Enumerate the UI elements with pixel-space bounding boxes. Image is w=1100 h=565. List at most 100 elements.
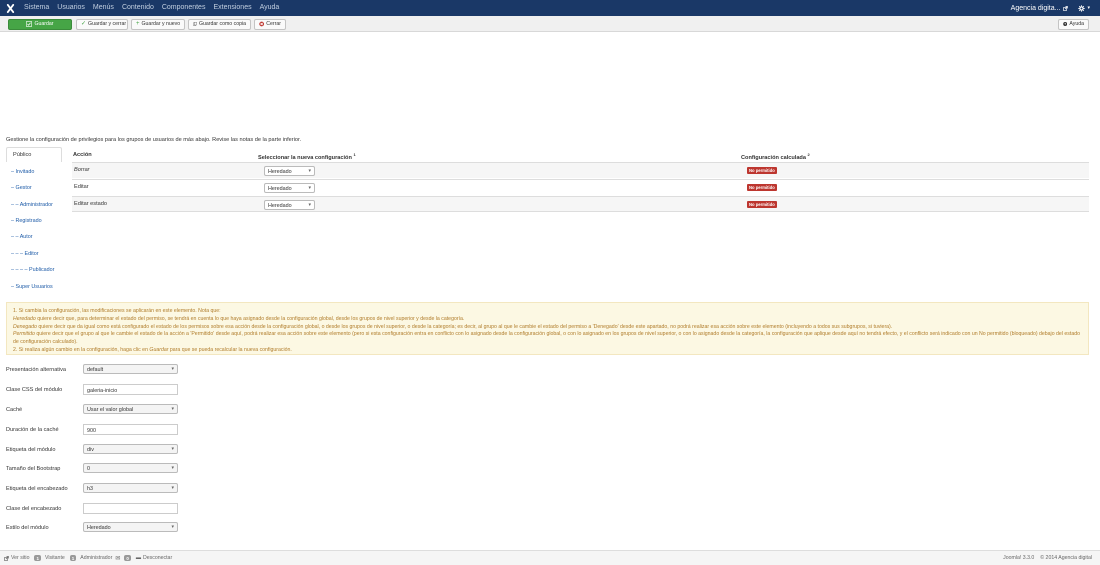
group-list: Público – Invitado – Gestor – – Administ…	[6, 147, 62, 293]
save-button[interactable]: Guardar	[8, 18, 72, 30]
version-text: Joomla! 3.3.0	[1003, 555, 1035, 561]
table-row: Editar estado Heredado No permitido	[72, 196, 1089, 212]
note-line-2: 2. Si realiza algún cambio en la configu…	[13, 346, 292, 353]
main-menu: Sistema Usuarios Menús Contenido Compone…	[20, 0, 283, 16]
save-copy-button[interactable]: Guardar como copia	[188, 18, 251, 30]
permission-select[interactable]: Heredado	[264, 200, 315, 210]
permissions-notes: 1. Si cambia la configuración, las modif…	[6, 302, 1089, 355]
save-new-button[interactable]: + Guardar y nuevo	[131, 18, 185, 30]
column-header-new-setting: Seleccionar la nueva configuración 1	[258, 152, 356, 161]
status-badge: No permitido	[747, 183, 777, 191]
menu-contenido[interactable]: Contenido	[118, 0, 158, 16]
gear-icon	[1078, 4, 1086, 12]
footer-info: Joomla! 3.3.0 © 2014 Agencia digital	[1003, 555, 1096, 561]
permission-select[interactable]: Heredado	[264, 166, 315, 176]
bootstrap-size-select[interactable]: 0	[83, 463, 178, 473]
layout-select[interactable]: default	[83, 364, 178, 374]
visitors-status: 1 Visitante	[34, 555, 65, 561]
group-tab-super-usuarios[interactable]: – Super Usuarios	[11, 284, 53, 290]
group-tab-invitado[interactable]: – Invitado	[11, 169, 34, 175]
header-tag-select[interactable]: h3	[83, 483, 178, 493]
minus-icon: ▬	[135, 555, 142, 561]
status-bar: Ver sitio 1 Visitante 1 Administrador ✉ …	[0, 550, 1100, 565]
permissions-intro: Gestione la configuración de privilegios…	[6, 137, 302, 143]
question-icon: ?	[1063, 22, 1068, 26]
group-tab-registrado[interactable]: – Registrado	[11, 218, 42, 224]
group-tab-publicador[interactable]: – – – – Publicador	[11, 267, 54, 273]
field-cache-time: Duración de la caché 900	[6, 424, 406, 436]
note-denied: Denegado quiere decir que da igual como …	[13, 323, 893, 330]
group-tab-editor[interactable]: – – – Editor	[11, 251, 39, 257]
header-class-input[interactable]	[83, 503, 178, 514]
menu-usuarios[interactable]: Usuarios	[53, 0, 89, 16]
cache-time-input[interactable]: 900	[83, 424, 178, 435]
note-inherited: Heredado quiere decir que, para determin…	[13, 315, 465, 322]
note-allowed: Permitido quiere decir que el grupo al q…	[13, 331, 1080, 346]
action-name: Borrar	[74, 167, 90, 173]
external-link-icon	[1063, 5, 1069, 11]
field-label: Presentación alternativa	[6, 367, 67, 373]
field-module-style: Estilo del módulo Heredado	[6, 522, 406, 534]
user-menu[interactable]: ▾	[1078, 4, 1090, 12]
menu-extensiones[interactable]: Extensiones	[209, 0, 255, 16]
copy-icon	[193, 22, 197, 26]
field-label: Tamaño del Bootstrap	[6, 466, 61, 472]
group-tab-publico[interactable]: Público	[6, 147, 62, 162]
note-line-1: 1. Si cambia la configuración, las modif…	[13, 308, 221, 314]
view-site-link[interactable]: Ver sitio	[4, 555, 29, 561]
joomla-logo-icon[interactable]	[0, 0, 20, 16]
group-tab-administrador[interactable]: – – Administrador	[11, 202, 53, 208]
column-header-calculated: Configuración calculada 2	[741, 152, 810, 161]
admins-count-badge: 1	[69, 555, 77, 561]
table-row: Editar Heredado No permitido	[72, 179, 1089, 195]
field-css-class: Clase CSS del módulo galeria-inicio	[6, 384, 406, 396]
field-label: Etiqueta del encabezado	[6, 486, 68, 492]
module-style-select[interactable]: Heredado	[83, 522, 178, 532]
svg-text:?: ?	[1064, 22, 1066, 26]
field-label: Clase del encabezado	[6, 506, 62, 512]
help-button[interactable]: ? Ayuda	[1058, 18, 1089, 30]
group-tab-autor[interactable]: – – Autor	[11, 234, 33, 240]
field-header-class: Clase del encabezado	[6, 503, 406, 515]
top-navbar: Sistema Usuarios Menús Contenido Compone…	[0, 0, 1100, 16]
permission-select[interactable]: Heredado	[264, 183, 315, 193]
field-label: Clase CSS del módulo	[6, 387, 63, 393]
close-button[interactable]: Cerrar	[254, 18, 286, 30]
field-cache: Caché Usar el valor global	[6, 404, 406, 416]
close-circle-icon	[259, 21, 265, 27]
field-label: Etiqueta del módulo	[6, 447, 56, 453]
field-bootstrap-size: Tamaño del Bootstrap 0	[6, 463, 406, 475]
admins-status: 1 Administrador	[69, 555, 113, 561]
menu-sistema[interactable]: Sistema	[20, 0, 53, 16]
field-module-tag: Etiqueta del módulo div	[6, 444, 406, 456]
plus-icon: +	[136, 21, 140, 27]
toolbar: Guardar ✓ Guardar y cerrar + Guardar y n…	[0, 16, 1100, 32]
check-icon	[26, 21, 33, 27]
caret-down-icon: ▾	[1087, 5, 1090, 11]
action-name: Editar	[74, 184, 89, 190]
module-tag-select[interactable]: div	[83, 444, 178, 454]
copyright-text: © 2014 Agencia digital	[1040, 555, 1092, 561]
status-badge: No permitido	[747, 166, 777, 174]
site-name: Agencia digita...	[1010, 4, 1061, 12]
save-close-button[interactable]: ✓ Guardar y cerrar	[76, 18, 128, 30]
messages-status[interactable]: ✉ 0	[115, 555, 133, 562]
field-label: Duración de la caché	[6, 427, 59, 433]
navbar-right: Agencia digita... ▾	[1011, 0, 1100, 16]
field-label: Caché	[6, 407, 23, 413]
logout-link[interactable]: ▬ Desconectar	[136, 555, 172, 561]
menu-ayuda[interactable]: Ayuda	[256, 0, 284, 16]
table-row: Borrar Heredado No permitido	[72, 162, 1089, 178]
field-layout: Presentación alternativa default	[6, 364, 406, 376]
site-link[interactable]: Agencia digita...	[1011, 5, 1069, 12]
field-header-tag: Etiqueta del encabezado h3	[6, 483, 406, 495]
external-link-icon	[4, 555, 9, 561]
css-class-input[interactable]: galeria-inicio	[83, 384, 178, 395]
field-label: Estilo del módulo	[6, 525, 49, 531]
cache-select[interactable]: Usar el valor global	[83, 404, 178, 414]
group-tab-gestor[interactable]: – Gestor	[11, 185, 32, 191]
status-badge: No permitido	[747, 200, 777, 208]
menu-componentes[interactable]: Componentes	[158, 0, 210, 16]
menu-menus[interactable]: Menús	[89, 0, 118, 16]
column-header-action: Acción	[73, 152, 92, 158]
